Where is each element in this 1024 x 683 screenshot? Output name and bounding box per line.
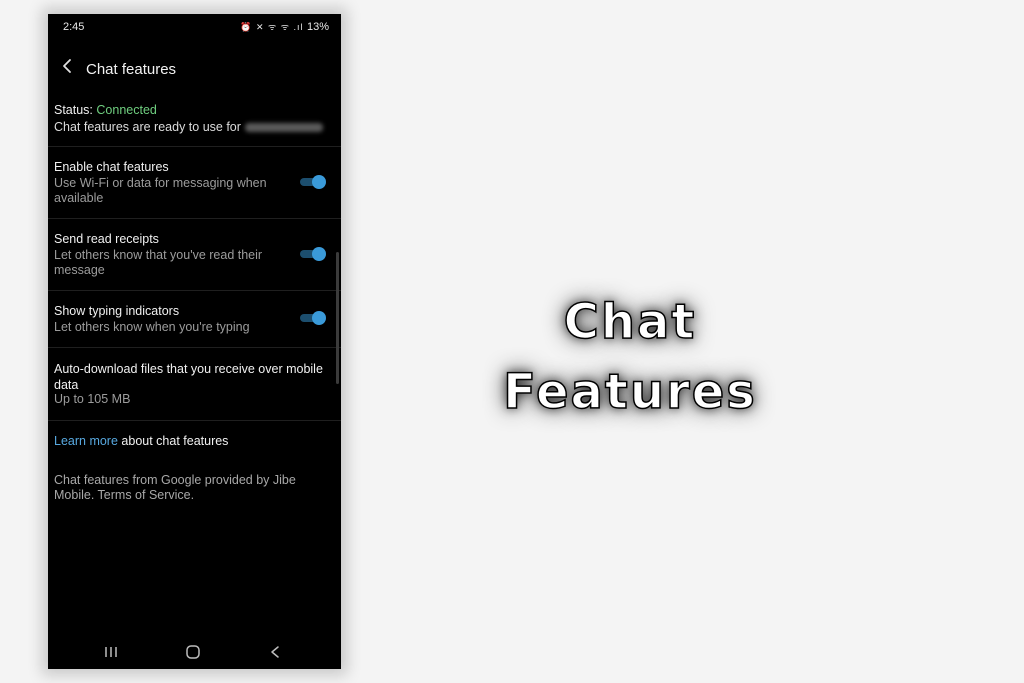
setting-value: Up to 105 MB bbox=[54, 392, 131, 406]
setting-enable-chat[interactable]: Enable chat features Use Wi-Fi or data f… bbox=[48, 147, 341, 219]
enable-chat-toggle[interactable] bbox=[300, 175, 326, 189]
footer-text: Chat features from Google provided by Ji… bbox=[54, 473, 296, 502]
battery-level: 13% bbox=[306, 21, 329, 33]
status-description: Chat features are ready to use for bbox=[54, 120, 241, 134]
page-title: Chat features bbox=[86, 61, 177, 78]
status-value: Connected bbox=[96, 103, 157, 117]
read-receipts-toggle[interactable] bbox=[300, 247, 326, 261]
status-description-line: Chat features are ready to use for bbox=[54, 119, 334, 135]
setting-description: Let others know that you've read their m… bbox=[54, 248, 263, 277]
setting-title: Send read receipts bbox=[54, 232, 159, 246]
setting-description: Let others know when you're typing bbox=[54, 320, 250, 334]
redacted-number bbox=[244, 123, 323, 133]
stage: 2:45 ⏰ ✕ ᯤ ᯤ .ıl 13% Chat features Statu… bbox=[0, 0, 1024, 683]
status-time: 2:45 bbox=[63, 21, 85, 33]
app-bar: Chat features bbox=[48, 48, 341, 88]
setting-description: Use Wi-Fi or data for messaging when ava… bbox=[54, 176, 267, 205]
learn-more-link[interactable]: Learn more bbox=[54, 434, 118, 448]
learn-more-line: Learn more about chat features bbox=[54, 433, 334, 449]
status-label: Status: bbox=[54, 103, 97, 117]
status-line: Status: Connected bbox=[54, 102, 334, 118]
overlay-title: Chat Features bbox=[502, 293, 757, 421]
status-icon-group: ⏰ ✕ ᯤ ᯤ .ıl bbox=[240, 22, 304, 32]
typing-indicators-toggle[interactable] bbox=[300, 311, 326, 325]
setting-title: Show typing indicators bbox=[54, 304, 180, 318]
toggle-thumb bbox=[312, 311, 326, 325]
chevron-left-icon[interactable] bbox=[58, 56, 78, 76]
setting-auto-download[interactable]: Auto-download files that you receive ove… bbox=[48, 348, 341, 421]
recent-apps-icon[interactable] bbox=[102, 644, 120, 660]
learn-more-rest: about chat features bbox=[117, 434, 229, 448]
toggle-thumb bbox=[312, 175, 326, 189]
setting-title: Auto-download files that you receive ove… bbox=[54, 362, 323, 392]
scrollbar[interactable] bbox=[336, 252, 339, 384]
navigation-bar bbox=[48, 635, 341, 669]
back-icon[interactable] bbox=[266, 644, 284, 660]
setting-typing-indicators[interactable]: Show typing indicators Let others know w… bbox=[48, 291, 341, 348]
phone-screen: 2:45 ⏰ ✕ ᯤ ᯤ .ıl 13% Chat features Statu… bbox=[48, 14, 341, 669]
home-icon[interactable] bbox=[184, 644, 202, 660]
setting-read-receipts[interactable]: Send read receipts Let others know that … bbox=[48, 219, 341, 291]
status-section: Status: Connected Chat features are read… bbox=[48, 88, 341, 147]
toggle-thumb bbox=[312, 247, 326, 261]
setting-title: Enable chat features bbox=[54, 160, 169, 174]
status-icons: ⏰ ✕ ᯤ ᯤ .ıl 13% bbox=[240, 20, 329, 33]
status-bar: 2:45 ⏰ ✕ ᯤ ᯤ .ıl 13% bbox=[48, 14, 341, 40]
